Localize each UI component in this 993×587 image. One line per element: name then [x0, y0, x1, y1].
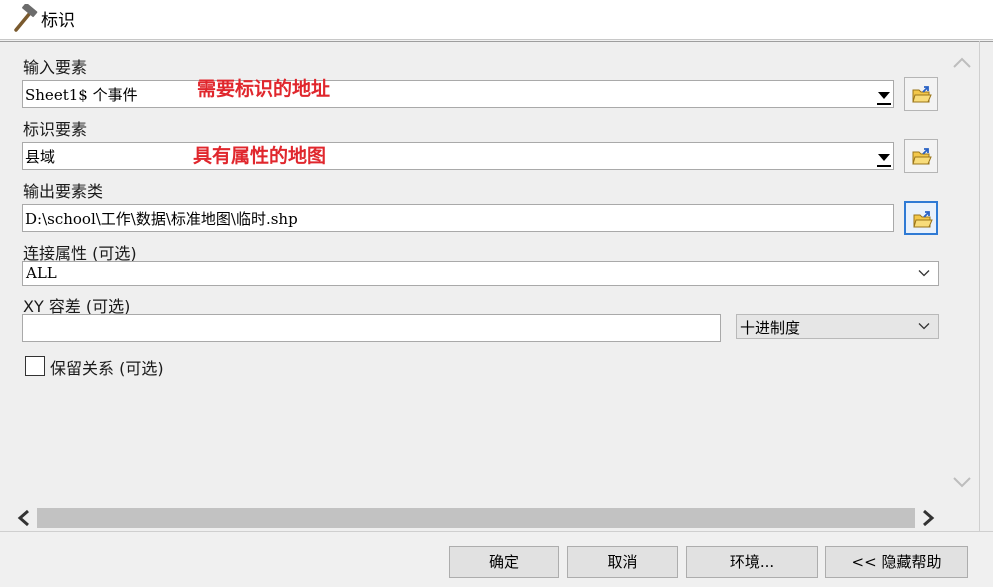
dropdown-arrow-icon[interactable]: [877, 145, 891, 167]
input-features-value: Sheet1$ 个事件: [25, 86, 138, 104]
keep-relationships-checkbox[interactable]: [25, 356, 45, 376]
xy-tolerance-unit-select[interactable]: 十进制度: [736, 314, 939, 339]
output-feature-class-input[interactable]: D:\school\工作\数据\标准地图\临时.shp: [22, 204, 894, 232]
join-attributes-value: ALL: [26, 264, 57, 282]
button-bar: 确定 取消 环境... << 隐藏帮助: [0, 531, 993, 587]
scroll-right-icon[interactable]: [918, 508, 938, 528]
vertical-scrollbar[interactable]: [947, 48, 977, 506]
identity-features-combo[interactable]: 县域: [22, 142, 894, 170]
identity-features-label: 标识要素: [23, 120, 88, 139]
window-title: 标识: [41, 11, 75, 31]
open-folder-icon: [912, 148, 932, 165]
panel-divider: [979, 41, 980, 531]
identity-features-browse-button[interactable]: [904, 139, 938, 173]
dropdown-arrow-icon[interactable]: [877, 83, 891, 105]
hide-help-button[interactable]: << 隐藏帮助: [825, 546, 968, 578]
open-folder-icon: [913, 211, 933, 228]
scroll-down-icon[interactable]: [952, 476, 972, 490]
keep-relationships-label: 保留关系 (可选): [50, 359, 164, 378]
horizontal-scrollbar-thumb[interactable]: [37, 508, 915, 528]
ok-button[interactable]: 确定: [449, 546, 559, 578]
title-bar: 标识: [0, 0, 993, 40]
scroll-up-icon[interactable]: [952, 55, 972, 69]
chevron-down-icon: [918, 323, 930, 330]
cancel-button[interactable]: 取消: [567, 546, 678, 578]
xy-tolerance-unit-value: 十进制度: [740, 319, 801, 337]
input-features-combo[interactable]: Sheet1$ 个事件: [22, 80, 894, 108]
input-features-label: 输入要素: [23, 58, 88, 77]
xy-tolerance-input[interactable]: [22, 314, 721, 342]
hammer-icon: [9, 2, 39, 32]
output-feature-class-label: 输出要素类: [23, 182, 104, 201]
identity-features-annotation: 具有属性的地图: [193, 145, 327, 167]
parameters-panel: [0, 41, 993, 531]
input-features-annotation: 需要标识的地址: [197, 78, 331, 100]
scroll-left-icon[interactable]: [14, 508, 34, 528]
output-feature-class-value: D:\school\工作\数据\标准地图\临时.shp: [25, 210, 298, 228]
chevron-down-icon: [918, 270, 930, 277]
environments-button[interactable]: 环境...: [686, 546, 818, 578]
join-attributes-select[interactable]: ALL: [22, 261, 939, 286]
input-features-browse-button[interactable]: [904, 77, 938, 111]
output-feature-class-browse-button[interactable]: [904, 201, 938, 235]
open-folder-icon: [912, 86, 932, 103]
identity-features-value: 县域: [25, 148, 56, 166]
